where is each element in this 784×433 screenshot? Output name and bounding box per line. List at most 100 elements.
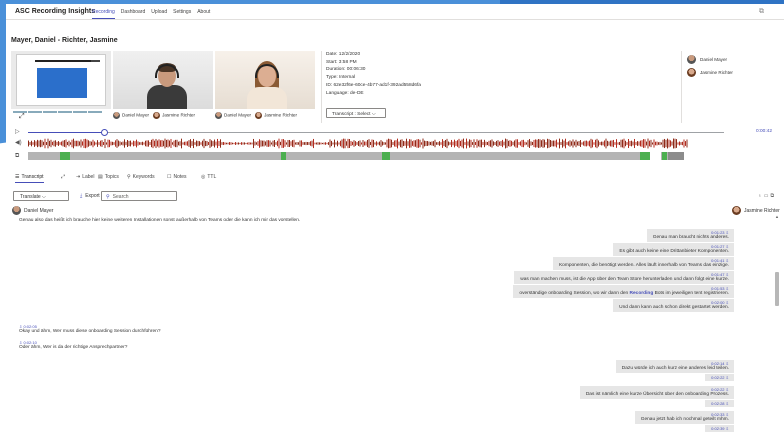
waveform-bar — [578, 141, 580, 146]
playback-scrubber[interactable] — [28, 129, 724, 136]
speaker-segment[interactable] — [60, 152, 70, 160]
transcript-line[interactable]: 0:01:53 ⇩ overständige onboarding Session… — [513, 285, 734, 298]
waveform-bar — [230, 142, 232, 145]
waveform-bar — [622, 139, 623, 148]
transcript-line[interactable]: 0:01:23 ⇩ Genau man braucht nichts andere… — [646, 229, 734, 242]
waveform-bar — [308, 142, 310, 145]
transcript-line[interactable]: 0:02:14 ⇩ Dazu würde ich auch kurz eine a… — [615, 360, 734, 373]
waveform-bar — [310, 141, 311, 146]
waveform-bar — [574, 141, 575, 146]
speaker-segment[interactable] — [640, 152, 650, 160]
tab-topics[interactable]: ▤ Topics — [98, 174, 119, 180]
screen-share-thumbnail[interactable]: ⤢ — [11, 51, 111, 123]
waveform-bar — [122, 141, 124, 146]
waveform-bar — [502, 139, 503, 148]
waveform-bar — [662, 139, 664, 148]
transcript-line[interactable]: 0:02:33 ⇩ Genau jetzt hab ich nochmal get… — [634, 411, 734, 424]
waveform-bar — [557, 142, 559, 145]
waveform-bar — [106, 142, 107, 145]
waveform-bar — [512, 141, 514, 146]
transcript-line[interactable]: 0:02:22 ⇩ Das ist nämlich eine kurze Über… — [579, 386, 734, 399]
transcript-select-dropdown[interactable]: Transcript : Select ⌵ — [326, 108, 386, 118]
copy-icon[interactable]: ⧉ — [770, 193, 776, 199]
waveform-bar — [395, 140, 397, 147]
participant-item: Jasmine Richter — [687, 68, 781, 77]
waveform-bar — [577, 141, 578, 146]
waveform-bar — [64, 140, 65, 147]
transcript-line[interactable]: 0:02:22 ⇩ — [705, 374, 734, 381]
scrubber-handle[interactable] — [101, 129, 108, 136]
avatar — [732, 206, 741, 215]
speaker-segment[interactable] — [662, 152, 667, 160]
waveform-bar — [95, 142, 97, 145]
waveform-bar — [370, 141, 371, 146]
nav-about[interactable]: About — [197, 9, 210, 19]
waveform-bar — [499, 141, 500, 146]
scrollbar-thumb[interactable] — [775, 272, 779, 306]
transcript-scrollbar[interactable]: ▲ — [775, 214, 780, 433]
export-button[interactable]: ⤓ Export — [80, 193, 100, 199]
transcript-line[interactable]: ⇩ 0:02:05 Okay und ähm, Wer muss diese on… — [19, 324, 161, 334]
waveform-bar — [247, 142, 248, 145]
download-icon: ⤓ — [80, 193, 83, 199]
transcript-line[interactable]: 0:01:27 ⇩ Es gibt auch keine eine Drittan… — [613, 243, 734, 256]
waveform-bar — [56, 141, 58, 146]
waveform-bar — [626, 142, 628, 145]
video-thumbnail-jasmine[interactable]: Daniel Mayer Jasmine Richter — [215, 51, 315, 123]
speaker-icon[interactable]: ◀) — [15, 139, 22, 146]
tab-label[interactable]: ⇥ Label — [76, 174, 94, 180]
waveform-bar — [596, 138, 598, 149]
waveform-bar — [251, 142, 253, 145]
speaker-segment[interactable] — [650, 152, 661, 160]
speaker-segments[interactable] — [28, 152, 700, 160]
nav-settings[interactable]: Settings — [173, 9, 191, 19]
waveform-bar — [404, 141, 406, 146]
waveform-bar — [583, 141, 584, 146]
expand-icon[interactable]: ⤢ — [19, 113, 25, 121]
transcript-line[interactable]: Genau also das heißt ich brauche hier ke… — [19, 218, 300, 223]
waveform-bar — [268, 140, 269, 147]
transcript-line[interactable]: ⇩ 0:02:10 Oder ähm, Wer is da der richtig… — [19, 340, 127, 350]
waveform-bar — [559, 138, 560, 149]
waveform-bar — [350, 140, 352, 147]
window-restore-icon[interactable]: ⧉ — [759, 8, 764, 16]
search-input[interactable]: ⚲ Search — [101, 191, 177, 201]
waveform-bar — [161, 139, 163, 148]
transcript-line[interactable]: 0:02:28 ⇩ — [705, 400, 734, 407]
nav-recording[interactable]: Recording — [92, 9, 115, 19]
speaker-segment[interactable] — [281, 152, 286, 160]
speaker-segment[interactable] — [668, 152, 684, 160]
waveform-bar — [368, 139, 370, 148]
transcript-line[interactable]: 0:01:47 ⇩ was man machen muss, ist die Ap… — [514, 271, 734, 284]
video-thumbnail-daniel[interactable]: Daniel Mayer Jasmine Richter — [113, 51, 213, 123]
waveform-bar — [220, 139, 221, 148]
speaker-segment[interactable] — [382, 152, 390, 160]
waveform-bar — [131, 142, 133, 145]
waveform-bar — [98, 142, 100, 145]
waveform-bar — [250, 142, 251, 145]
keywords-icon: ⚲ — [127, 174, 131, 180]
transcript-line[interactable]: 0:02:00 ⇩ Und dann kann auch schon direkt… — [613, 299, 734, 312]
nav-dashboard[interactable]: Dashboard — [121, 9, 145, 19]
waveform-bar — [458, 138, 460, 149]
waveform-bar — [301, 140, 302, 147]
transcript-line[interactable]: 0:01:41 ⇩ Komponenten, die benötigt werde… — [552, 257, 734, 270]
waveform-bar — [523, 139, 524, 148]
waveform-bar — [94, 141, 95, 146]
tab-keywords[interactable]: ⚲ Keywords — [127, 174, 155, 180]
waveform-bar — [218, 140, 220, 147]
nav-upload[interactable]: Upload — [151, 9, 167, 19]
transcript-line[interactable]: 0:02:39 ⇩ — [705, 425, 734, 432]
tab-ttl[interactable]: ◎ TTL — [201, 174, 216, 180]
tab-notes[interactable]: ☐ Notes — [167, 174, 187, 180]
tab-transcript[interactable]: ☰ Transcript — [15, 174, 44, 183]
speaker-segment[interactable] — [684, 152, 700, 160]
audio-waveform[interactable] — [28, 138, 688, 149]
waveform-bar — [676, 139, 677, 148]
tab-expand[interactable]: ⤢ — [61, 174, 65, 180]
waveform-bar — [337, 140, 338, 147]
waveform-bar — [619, 141, 620, 146]
scroll-up-icon[interactable]: ▲ — [775, 214, 779, 219]
translate-dropdown[interactable]: Translate ⌵ — [13, 191, 69, 201]
play-icon[interactable]: ▷ — [15, 128, 20, 135]
